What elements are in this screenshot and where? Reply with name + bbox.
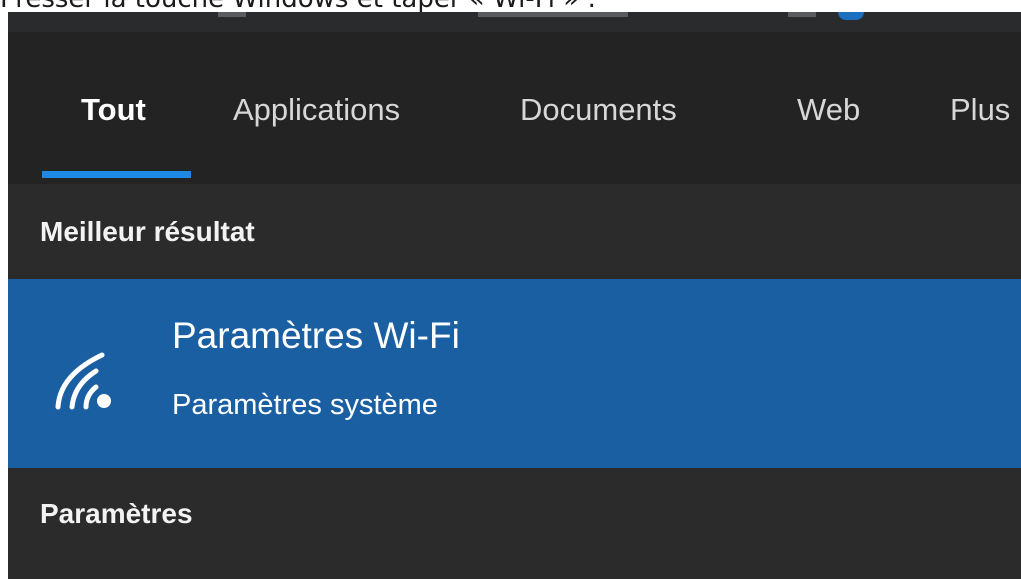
tab-web[interactable]: Web: [797, 85, 860, 135]
search-panel: Tout Applications Documents Web Plus Mei…: [8, 32, 1021, 579]
taskbar-mark: [478, 12, 628, 17]
active-tab-indicator: [42, 171, 191, 178]
search-tab-bar: Tout Applications Documents Web Plus: [8, 32, 1021, 184]
taskbar-strip: [8, 12, 1021, 32]
taskbar-mark: [788, 12, 816, 17]
taskbar-mark: [218, 12, 246, 17]
result-title: Paramètres Wi-Fi: [172, 315, 460, 356]
best-match-heading: Meilleur résultat: [40, 216, 255, 247]
result-subtitle: Paramètres système: [172, 389, 438, 421]
tab-more[interactable]: Plus: [950, 85, 1010, 135]
settings-section-heading: Paramètres: [40, 498, 193, 529]
best-match-result[interactable]: Paramètres Wi-Fi Paramètres système: [8, 279, 1021, 468]
tab-all[interactable]: Tout: [81, 85, 146, 135]
instruction-caption: Presser la touche Windows et taper « Wi-…: [0, 0, 1021, 12]
tab-applications[interactable]: Applications: [233, 85, 400, 135]
taskbar-active-icon: [838, 12, 864, 20]
tab-documents[interactable]: Documents: [520, 85, 677, 135]
wifi-icon: [55, 352, 111, 410]
